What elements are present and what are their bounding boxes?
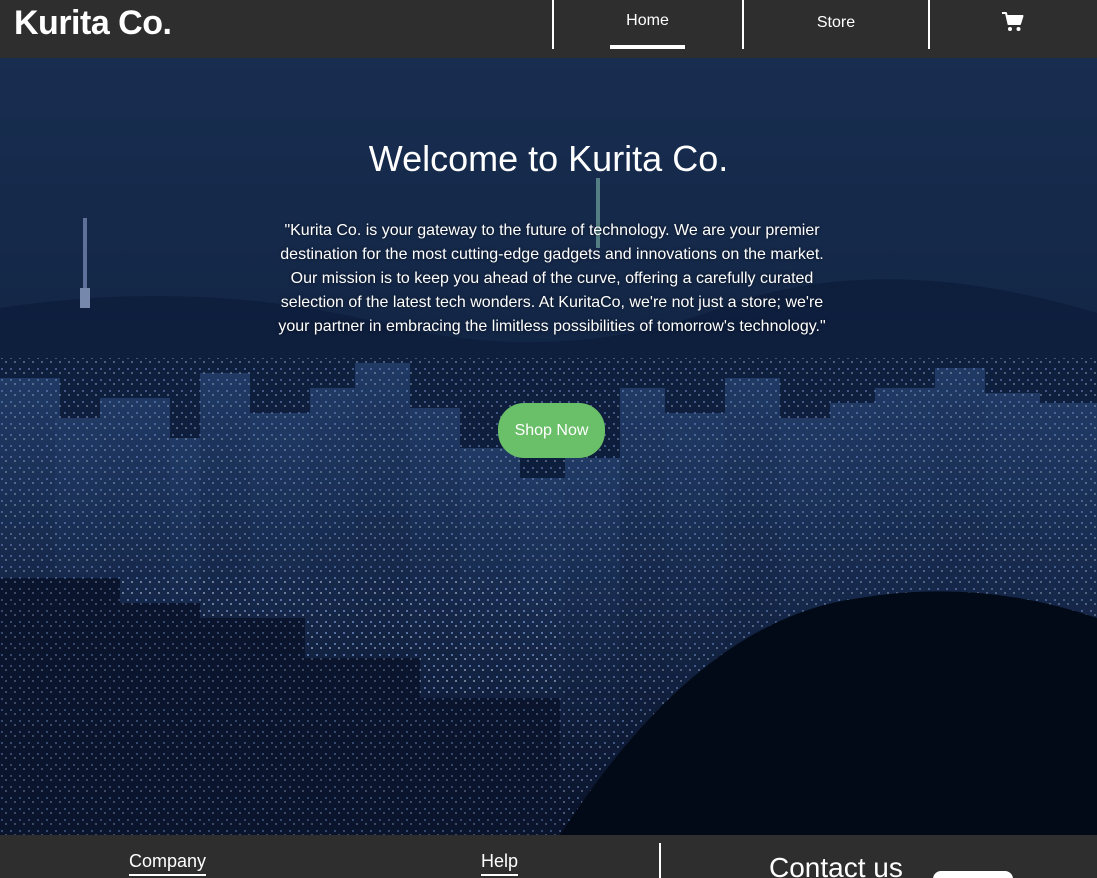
hero-description: "Kurita Co. is your gateway to the futur… — [278, 222, 826, 335]
nav-divider — [552, 0, 554, 49]
hero-section: Welcome to Kurita Co. "Kurita Co. is you… — [0, 58, 1097, 835]
shop-now-button[interactable]: Shop Now — [498, 403, 605, 458]
brand-logo[interactable]: Kurita Co. — [14, 3, 172, 43]
shopping-cart-icon[interactable] — [1001, 11, 1025, 33]
navbar: Kurita Co. Home Store — [0, 0, 1097, 58]
contact-input[interactable] — [933, 871, 1013, 878]
nav-link-store[interactable]: Store — [786, 13, 886, 33]
nav-divider — [928, 0, 930, 49]
footer: Company Help Contact us — [0, 835, 1097, 878]
footer-heading-help: Help — [481, 850, 519, 876]
nav-link-home[interactable]: Home — [610, 11, 685, 31]
footer-heading-company: Company — [129, 850, 207, 876]
nav-divider — [742, 0, 744, 49]
footer-divider — [659, 843, 661, 878]
hero-title: Welcome to Kurita Co. — [368, 138, 729, 179]
active-nav-indicator — [610, 45, 685, 49]
footer-heading-contact: Contact us — [769, 852, 903, 878]
